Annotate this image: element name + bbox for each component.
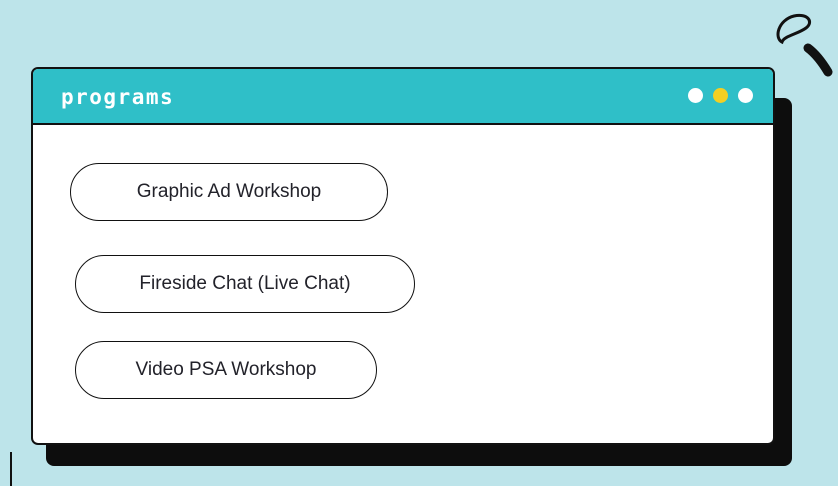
window-dot-yellow[interactable] xyxy=(713,88,728,103)
programs-window: programs Graphic Ad Workshop Fireside Ch… xyxy=(31,67,775,445)
window-dot-white-1[interactable] xyxy=(688,88,703,103)
window-titlebar: programs xyxy=(33,69,773,125)
window-controls xyxy=(688,88,753,103)
decorative-line xyxy=(10,452,12,486)
program-button-graphic-ad-workshop[interactable]: Graphic Ad Workshop xyxy=(70,163,388,221)
program-button-video-psa-workshop[interactable]: Video PSA Workshop xyxy=(75,341,377,399)
squiggle-decoration-icon xyxy=(776,13,833,77)
program-button-fireside-chat[interactable]: Fireside Chat (Live Chat) xyxy=(75,255,415,313)
window-title: programs xyxy=(61,85,175,109)
scene: programs Graphic Ad Workshop Fireside Ch… xyxy=(0,0,838,486)
window-dot-white-2[interactable] xyxy=(738,88,753,103)
